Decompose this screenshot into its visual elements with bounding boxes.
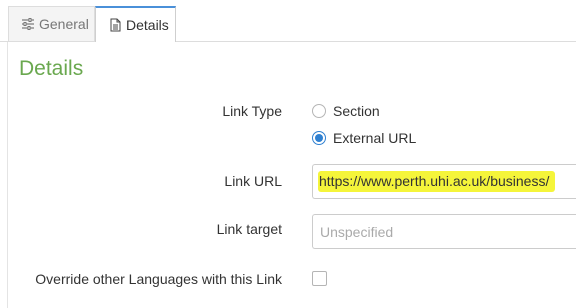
radio-section-button[interactable] bbox=[312, 104, 326, 118]
radio-external-url-button[interactable] bbox=[312, 131, 326, 145]
radio-external-url[interactable]: External URL bbox=[312, 130, 416, 146]
link-target-select[interactable]: Unspecified bbox=[312, 214, 576, 249]
tab-general-label: General bbox=[39, 16, 89, 32]
tab-details-label: Details bbox=[126, 17, 169, 33]
page-title: Details bbox=[19, 57, 84, 80]
tab-details[interactable]: Details bbox=[95, 6, 176, 42]
override-languages-label: Override other Languages with this Link bbox=[35, 271, 282, 287]
radio-section-label: Section bbox=[333, 103, 380, 119]
sliders-icon bbox=[21, 17, 35, 31]
tab-general[interactable]: General bbox=[8, 6, 95, 41]
document-icon bbox=[108, 18, 122, 32]
override-languages-checkbox[interactable] bbox=[312, 271, 327, 286]
link-url-input[interactable]: https://www.perth.uhi.ac.uk/business/ bbox=[312, 164, 576, 199]
link-url-label: Link URL bbox=[224, 173, 282, 189]
radio-section[interactable]: Section bbox=[312, 103, 380, 119]
radio-external-url-label: External URL bbox=[333, 130, 417, 146]
link-type-label: Link Type bbox=[222, 103, 282, 119]
link-url-value: https://www.perth.uhi.ac.uk/business/ bbox=[318, 171, 556, 192]
tab-bar: General Details bbox=[0, 0, 576, 42]
link-target-label: Link target bbox=[216, 221, 282, 237]
link-target-placeholder: Unspecified bbox=[320, 223, 394, 240]
